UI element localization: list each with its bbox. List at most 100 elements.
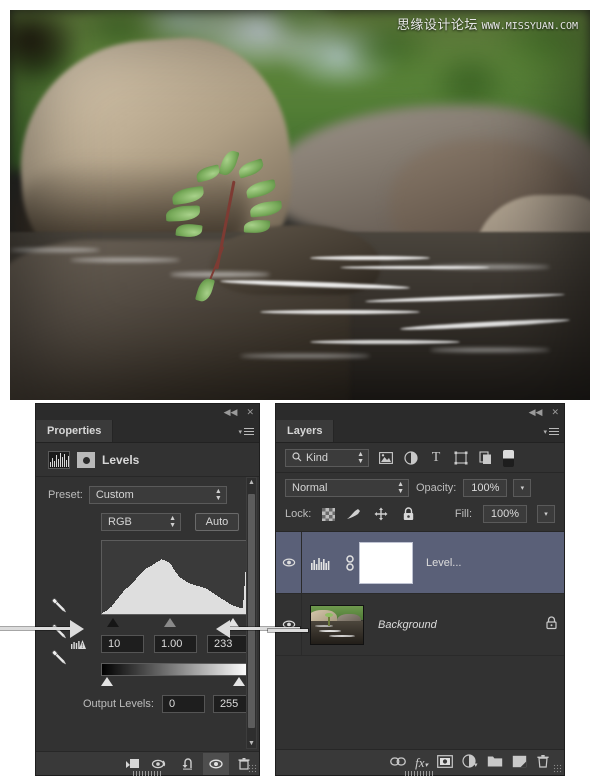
background-photo-thumbnail[interactable] — [310, 604, 364, 645]
water-highlight — [310, 256, 430, 260]
new-adjustment-layer-button[interactable]: ▾ — [462, 754, 478, 771]
resize-grip[interactable] — [248, 764, 257, 773]
filter-kind-label: Kind — [306, 452, 329, 464]
scroll-up-arrow-icon[interactable]: ▲ — [247, 479, 256, 486]
filter-adjustment-layers-icon[interactable] — [403, 451, 419, 466]
search-icon — [292, 451, 302, 465]
watermark-cn: 思缘设计论坛 — [396, 18, 478, 33]
properties-scrollbar[interactable]: ▲ ▼ — [246, 477, 257, 749]
new-group-button[interactable] — [487, 755, 503, 771]
filter-enable-toggle[interactable] — [503, 449, 514, 467]
filter-kind-select[interactable]: Kind ▲ ▼ — [285, 449, 369, 467]
delete-layer-button[interactable] — [536, 754, 550, 771]
set-white-point-dropper[interactable] — [48, 647, 70, 669]
add-layer-mask-button[interactable] — [437, 754, 453, 771]
white-layer-mask-thumbnail[interactable] — [359, 541, 413, 584]
toggle-visibility-button[interactable] — [203, 752, 229, 775]
opacity-value[interactable]: 100% — [463, 479, 508, 497]
levels-adjustment-icon — [48, 451, 70, 469]
lock-position-icon[interactable] — [373, 507, 389, 522]
set-black-point-dropper[interactable] — [48, 595, 70, 617]
water-highlight — [70, 258, 180, 262]
levels-adjustment-icon[interactable] — [302, 555, 340, 571]
properties-titlebar: ◀◀ ✕ — [36, 404, 259, 420]
collapse-icon[interactable]: ◀◀ — [529, 407, 543, 417]
close-icon[interactable]: ✕ — [246, 407, 254, 417]
panel-menu-icon[interactable]: ▾ — [238, 426, 254, 437]
levels-histogram[interactable] — [101, 540, 249, 615]
water-highlight — [430, 348, 550, 352]
lock-image-pixels-icon[interactable] — [346, 507, 362, 522]
output-levels-label: Output Levels: — [83, 698, 154, 710]
layer-name[interactable]: Level... — [412, 557, 564, 569]
filter-shape-layers-icon[interactable] — [453, 451, 469, 466]
output-white-slider[interactable] — [233, 677, 246, 686]
preset-row: Preset: Custom ▲ ▼ — [36, 477, 259, 504]
channel-value: RGB — [108, 516, 132, 528]
adjustment-title: Levels — [102, 453, 140, 467]
water-highlight — [170, 272, 270, 277]
panel-menu-icon[interactable]: ▾ — [543, 426, 559, 437]
gamma-input-field[interactable]: 1.00 — [154, 635, 197, 653]
table-row[interactable]: Level... — [276, 532, 564, 594]
filter-type-layers-icon[interactable]: T — [428, 450, 444, 466]
fill-dropdown-icon[interactable]: ▾ — [537, 505, 555, 523]
opacity-label: Opacity: — [416, 482, 457, 494]
scroll-down-arrow-icon[interactable]: ▼ — [247, 740, 256, 747]
add-layer-style-button[interactable]: fx▾ — [415, 755, 428, 771]
lock-all-icon[interactable] — [400, 507, 416, 522]
clipping-warning-icon[interactable]: ! — [70, 637, 86, 651]
output-black-field[interactable]: 0 — [161, 695, 205, 713]
lock-label: Lock: — [285, 508, 312, 520]
resize-grip[interactable] — [553, 764, 562, 773]
opacity-dropdown-icon[interactable]: ▾ — [513, 479, 532, 497]
black-input-field[interactable]: 10 — [101, 635, 144, 653]
lock-transparent-pixels-icon[interactable] — [322, 507, 336, 521]
properties-body: Levels Preset: Custom ▲ ▼ RGB ▲ ▼ Auto !… — [36, 443, 259, 776]
hamburger-icon — [549, 426, 559, 437]
layer-visibility-toggle[interactable] — [276, 532, 302, 593]
properties-tab-row: Properties ▾ — [36, 420, 259, 443]
panel-resize-nub[interactable] — [132, 771, 163, 776]
layer-mask-icon[interactable] — [77, 452, 95, 468]
mask-link-icon[interactable] — [340, 554, 360, 571]
layers-tab-row: Layers ▾ — [276, 420, 564, 443]
svg-text:▾: ▾ — [474, 762, 478, 768]
water-highlight — [10, 248, 100, 252]
channel-row: RGB ▲ ▼ Auto — [36, 504, 259, 531]
adjustment-header: Levels — [36, 443, 259, 477]
reset-button[interactable] — [175, 753, 201, 775]
water-highlight — [310, 340, 460, 344]
water-highlight — [240, 354, 370, 358]
output-black-slider[interactable] — [101, 677, 113, 686]
scrollbar-thumb[interactable] — [248, 494, 255, 728]
filter-smart-object-icon[interactable] — [478, 451, 494, 466]
document-image: 思缘设计论坛 WWW.MISSYUAN.COM — [10, 10, 590, 400]
auto-button[interactable]: Auto — [195, 513, 239, 531]
lock-all-icon — [538, 616, 564, 633]
chevron-updown-icon: ▲ ▼ — [397, 481, 404, 495]
fill-value[interactable]: 100% — [483, 505, 527, 523]
panel-resize-nub[interactable] — [405, 771, 435, 776]
table-row[interactable]: Background — [276, 594, 564, 656]
channel-select[interactable]: RGB ▲ ▼ — [101, 513, 181, 531]
water-highlight — [430, 265, 550, 269]
chevron-updown-icon: ▲ ▼ — [357, 451, 364, 465]
preset-label: Preset: — [48, 489, 83, 501]
output-gradient-bar — [101, 663, 249, 676]
output-levels-sliders[interactable] — [101, 676, 251, 687]
tab-layers[interactable]: Layers — [276, 420, 335, 442]
blend-mode-select[interactable]: Normal ▲ ▼ — [285, 479, 409, 497]
close-icon[interactable]: ✕ — [551, 407, 559, 417]
chevron-updown-icon: ▲ ▼ — [214, 488, 222, 502]
filter-pixel-layers-icon[interactable] — [378, 451, 394, 466]
new-layer-button[interactable] — [512, 755, 527, 771]
black-input-slider[interactable] — [106, 618, 119, 627]
collapse-icon[interactable]: ◀◀ — [224, 407, 238, 417]
tab-properties[interactable]: Properties — [36, 420, 114, 442]
layer-name[interactable]: Background — [364, 619, 538, 631]
gamma-input-slider[interactable] — [164, 618, 177, 627]
link-layers-button[interactable] — [390, 756, 406, 770]
preset-select[interactable]: Custom ▲ ▼ — [88, 486, 227, 504]
histogram-area — [101, 540, 259, 628]
